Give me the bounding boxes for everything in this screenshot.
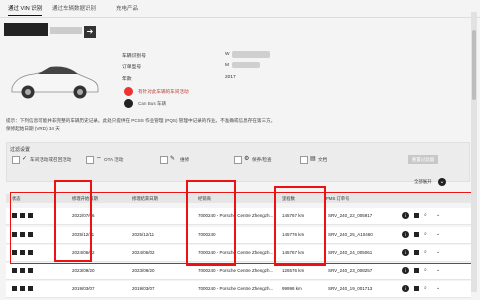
filter-label-workshop: 车间活动或召回活动 — [30, 157, 72, 162]
filter-label-repair: 维修 — [180, 157, 190, 162]
wrench-icon: ✎ — [170, 156, 176, 162]
search-icon[interactable]: ⌕ — [424, 267, 427, 273]
vin-input-redacted — [4, 23, 48, 36]
field-vin-label: 车辆识别号 — [122, 54, 146, 59]
history-disclaimer: 提示：下列信息可能并非完整的车辆历史记录。此处只提供在 PCSS 作业管理 (P… — [6, 118, 276, 123]
cell-order-no: SRV_240_19_001713 — [328, 286, 373, 291]
vehicle-icon — [20, 286, 25, 291]
filter-checkbox-repair[interactable] — [160, 156, 168, 164]
warning-icon — [124, 87, 133, 96]
warning-text: 有针对此车辆的车间活动 — [138, 89, 189, 94]
cell-dealer: 7000240 - Porsche Centre Zhengzh... — [198, 268, 274, 273]
tab-charging-products[interactable]: 充电产品 — [116, 3, 138, 15]
scrollbar-thumb[interactable] — [472, 30, 476, 100]
document-icon[interactable] — [414, 268, 419, 273]
tab-divider — [0, 17, 480, 18]
cell-end-date: 2019/03/07 — [132, 286, 155, 291]
check-icon: ✓ — [22, 156, 28, 162]
field-year-label: 年款 — [122, 77, 132, 82]
chevron-down-icon[interactable]: ⌄ — [438, 178, 446, 186]
field-vin-value: W — [225, 52, 230, 57]
search-icon[interactable]: ⌕ — [424, 285, 427, 291]
gear-icon: ⚙ — [244, 156, 250, 162]
info-icon[interactable]: i — [402, 285, 409, 292]
model-value-blur — [232, 62, 260, 68]
expand-all-label: 全部展开 — [414, 179, 432, 184]
document-icon: ▤ — [310, 156, 316, 162]
highlight-mileage — [274, 186, 326, 266]
filter-checkbox-workshop[interactable] — [12, 156, 20, 164]
filter-checkbox-service[interactable] — [234, 156, 242, 164]
field-model-label: 订单型号 — [122, 65, 142, 70]
chevron-down-icon[interactable]: ⌄ — [436, 267, 440, 273]
cell-end-date: 2023/09/20 — [132, 268, 155, 273]
vin-value-blur — [232, 51, 270, 58]
highlight-dealer — [186, 180, 236, 266]
cell-dealer: 7000240 - Porsche Centre Zhengzh... — [198, 286, 274, 291]
cart-icon — [28, 268, 33, 273]
cart-icon — [28, 286, 33, 291]
field-year-value: 2017 — [225, 75, 236, 80]
tab-vehicle-data[interactable]: 通过车辆数据识别 — [52, 3, 96, 15]
filter-title: 过滤设置 — [10, 147, 31, 153]
filter-label-service: 保养/检查 — [252, 157, 272, 162]
document-icon[interactable] — [414, 286, 419, 291]
field-model-value: M — [225, 63, 229, 68]
cell-order-no: SRV_240_23_008257 — [328, 268, 373, 273]
filter-label-docs: 文档 — [318, 157, 328, 162]
wifi-icon: ⌔ — [96, 157, 102, 163]
lock-icon — [12, 268, 17, 273]
cell-start-date: 2023/09/20 — [72, 268, 95, 273]
warranty-start-note: 保修起始日期 (VRD) 34 天 — [6, 126, 60, 131]
filter-label-ota: OTA 活动 — [104, 157, 124, 162]
canbus-icon — [124, 99, 133, 108]
tab-vin-identify[interactable]: 通过 VIN 识别 — [8, 3, 43, 16]
chevron-down-icon[interactable]: ⌄ — [436, 285, 440, 291]
vin-blur — [50, 27, 82, 34]
reset-filter-button[interactable]: 重置过滤器 — [408, 155, 438, 164]
cell-start-date: 2019/03/07 — [72, 286, 95, 291]
info-icon[interactable]: i — [402, 267, 409, 274]
cell-mileage: 126576 km — [282, 268, 305, 273]
search-arrow-button[interactable]: ➔ — [84, 26, 96, 38]
canbus-text: Can Bus 车辆 — [138, 101, 167, 106]
filter-checkbox-docs[interactable] — [300, 156, 308, 164]
vehicle-icon — [20, 268, 25, 273]
filter-checkbox-ota[interactable] — [86, 156, 94, 164]
vehicle-image — [11, 66, 99, 99]
lock-icon — [12, 286, 17, 291]
cell-mileage: 99998 km — [282, 286, 302, 291]
highlight-start-date — [54, 180, 92, 262]
